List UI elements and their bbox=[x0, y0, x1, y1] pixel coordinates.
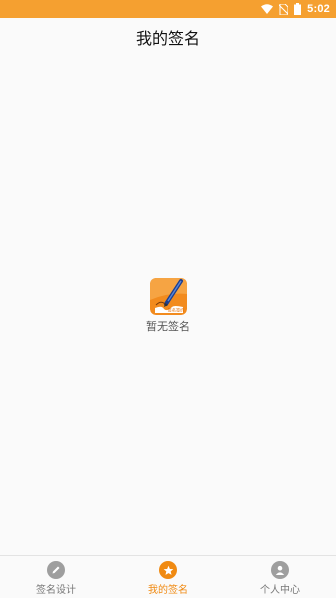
star-icon bbox=[159, 561, 177, 579]
battery-icon bbox=[294, 3, 302, 15]
tab-signature-design[interactable]: 签名设计 bbox=[0, 556, 112, 598]
person-icon bbox=[271, 561, 289, 579]
wifi-icon bbox=[261, 4, 274, 14]
signature-app-logo: 签名签约 bbox=[149, 278, 187, 315]
empty-message: 暂无签名 bbox=[146, 320, 190, 333]
tab-label: 签名设计 bbox=[36, 585, 76, 596]
empty-state: 签名签约 暂无签名 bbox=[0, 278, 336, 334]
no-sim-icon bbox=[279, 3, 289, 15]
status-time: 5:02 bbox=[307, 3, 330, 15]
pencil-icon bbox=[47, 561, 65, 579]
header: 我的签名 bbox=[0, 18, 336, 56]
svg-text:签名签约: 签名签约 bbox=[167, 307, 184, 314]
page-title: 我的签名 bbox=[135, 29, 200, 48]
tab-my-signature[interactable]: 我的签名 bbox=[112, 556, 224, 598]
tab-label: 我的签名 bbox=[148, 585, 188, 596]
status-icons: 5:02 bbox=[261, 0, 330, 18]
status-bar: 5:02 bbox=[0, 0, 336, 18]
tab-personal-center[interactable]: 个人中心 bbox=[224, 556, 336, 598]
tab-label: 个人中心 bbox=[260, 585, 300, 596]
tab-bar: 签名设计 我的签名 个人中心 bbox=[0, 555, 336, 598]
